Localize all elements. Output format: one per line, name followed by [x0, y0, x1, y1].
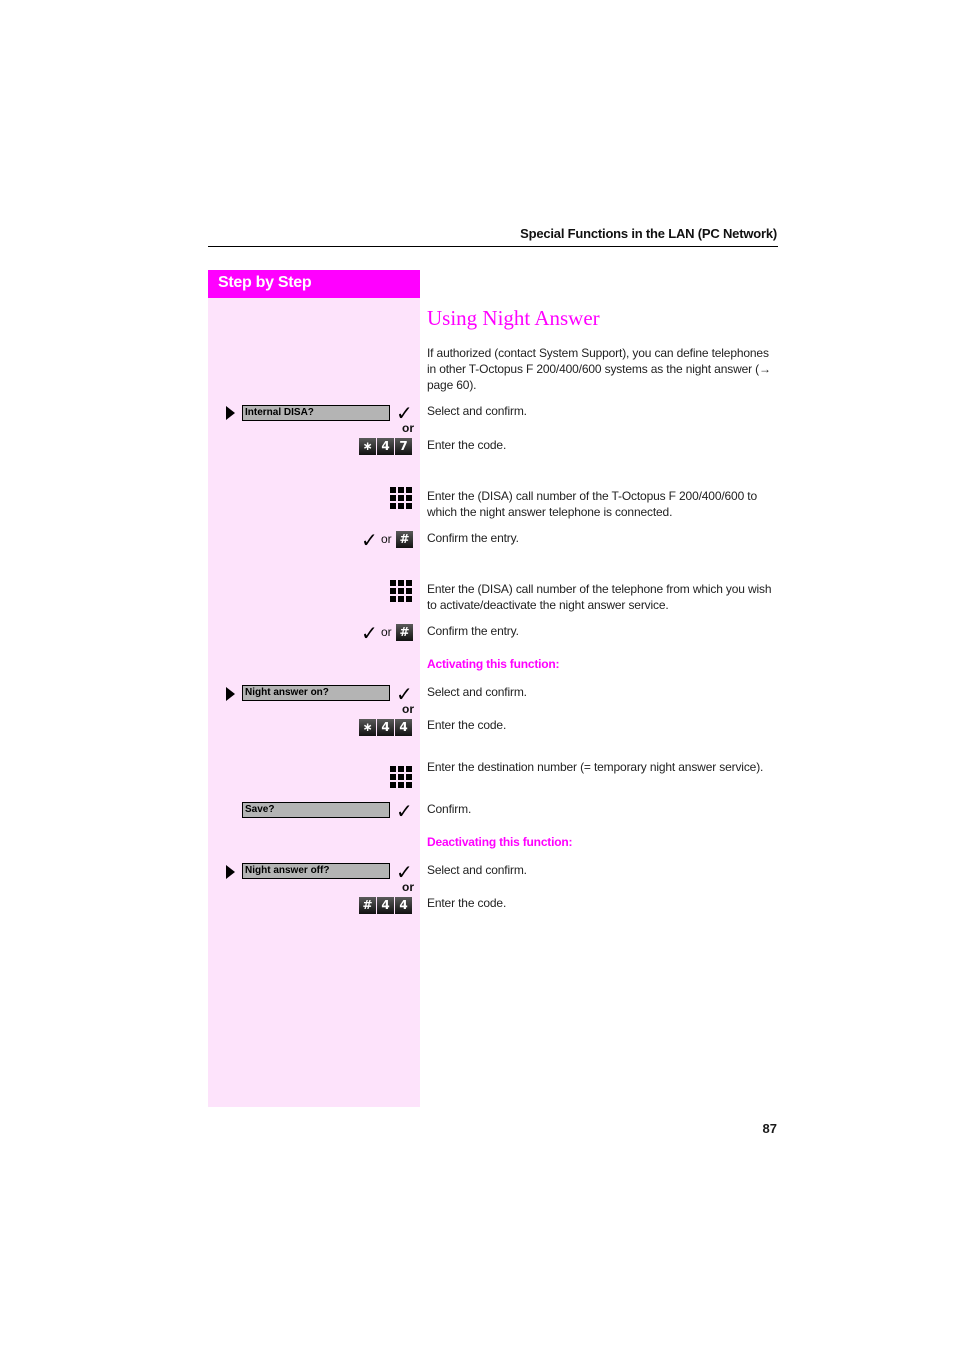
- confirm-check-icon[interactable]: ✓: [396, 684, 413, 704]
- keypad-icon: [390, 580, 412, 602]
- confirm-check-icon[interactable]: ✓: [396, 801, 413, 821]
- hash-key-icon[interactable]: #: [396, 531, 413, 548]
- key-4: 4: [395, 719, 412, 736]
- deactivating-heading: Deactivating this function:: [427, 835, 573, 849]
- step-text: Confirm.: [427, 802, 472, 816]
- key-7: 7: [395, 438, 412, 455]
- page-title: Using Night Answer: [427, 306, 600, 330]
- confirm-check-icon[interactable]: ✓: [396, 862, 413, 882]
- or-label: or: [381, 625, 392, 639]
- sidebar-title: Step by Step: [208, 270, 420, 298]
- or-label: or: [402, 421, 414, 435]
- intro-text: If authorized (contact System Support), …: [427, 346, 771, 392]
- confirm-check-icon[interactable]: ✓: [396, 403, 413, 423]
- step-text: Enter the (DISA) call number of the tele…: [427, 582, 772, 612]
- display-save[interactable]: Save?: [242, 802, 390, 818]
- key-4: 4: [395, 897, 412, 914]
- step-text: Confirm the entry.: [427, 531, 519, 545]
- step-text: Enter the code.: [427, 896, 507, 910]
- step-text: Select and confirm.: [427, 685, 527, 699]
- display-internal-disa[interactable]: Internal DISA?: [242, 405, 390, 421]
- select-arrow-icon: [226, 406, 235, 420]
- or-label: or: [381, 532, 392, 546]
- code-keys-47: ∗ 4 7: [358, 438, 412, 455]
- display-night-answer-off[interactable]: Night answer off?: [242, 863, 390, 879]
- code-keys-44: ∗ 4 4: [358, 719, 412, 736]
- step-text: Select and confirm.: [427, 404, 527, 418]
- running-header: Special Functions in the LAN (PC Network…: [520, 226, 777, 241]
- step-text: Select and confirm.: [427, 863, 527, 877]
- key-4: 4: [377, 897, 394, 914]
- page-number: 87: [762, 1121, 777, 1136]
- display-night-answer-on[interactable]: Night answer on?: [242, 685, 390, 701]
- or-label: or: [402, 880, 414, 894]
- key-star: ∗: [359, 719, 376, 736]
- header-divider: [208, 246, 778, 247]
- hash-key-icon[interactable]: #: [396, 624, 413, 641]
- step-text: Enter the code.: [427, 438, 507, 452]
- confirm-check-icon[interactable]: ✓: [361, 623, 378, 643]
- key-4: 4: [377, 438, 394, 455]
- step-text: Enter the (DISA) call number of the T-Oc…: [427, 489, 757, 519]
- step-text: Enter the destination number (= temporar…: [427, 760, 764, 774]
- confirm-check-icon[interactable]: ✓: [361, 530, 378, 550]
- code-keys-hash44: # 4 4: [358, 897, 412, 914]
- key-hash: #: [359, 897, 376, 914]
- step-text: Confirm the entry.: [427, 624, 519, 638]
- key-star: ∗: [359, 438, 376, 455]
- keypad-icon: [390, 487, 412, 509]
- step-text: Enter the code.: [427, 718, 507, 732]
- select-arrow-icon: [226, 865, 235, 879]
- activating-heading: Activating this function:: [427, 657, 560, 671]
- or-label: or: [402, 702, 414, 716]
- key-4: 4: [377, 719, 394, 736]
- select-arrow-icon: [226, 687, 235, 701]
- keypad-icon: [390, 766, 412, 788]
